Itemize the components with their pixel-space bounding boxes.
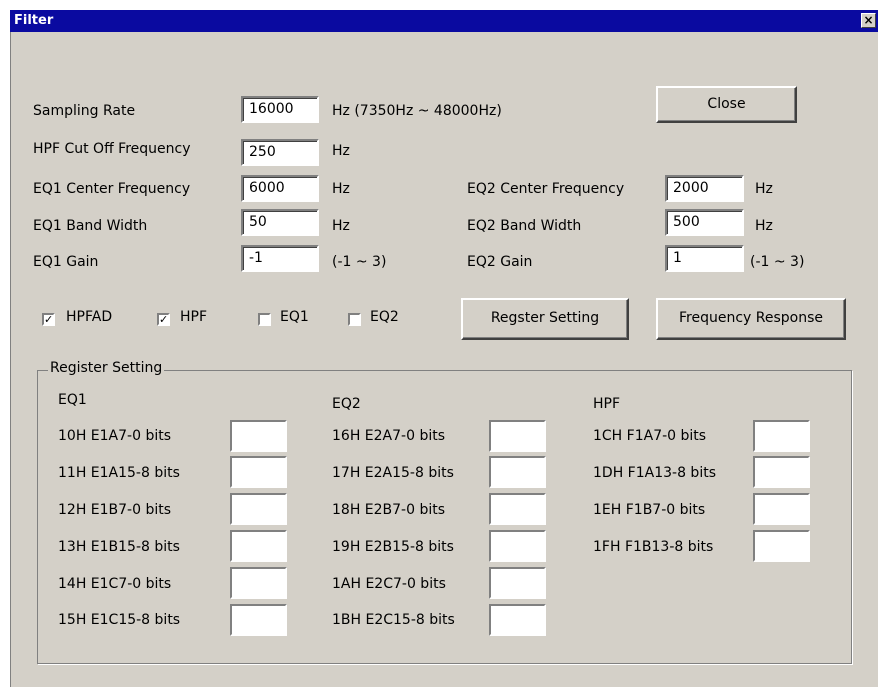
eq2-register-label: 17H E2A15-8 bits xyxy=(332,465,454,481)
register-setting-group-label: Register Setting xyxy=(48,360,165,376)
eq2-register-value[interactable] xyxy=(489,567,546,599)
close-window-icon[interactable]: × xyxy=(861,13,876,28)
eq2-bandwidth-unit: Hz xyxy=(755,218,773,234)
eq1-bandwidth-label: EQ1 Band Width xyxy=(33,218,148,234)
eq2-register-value[interactable] xyxy=(489,456,546,488)
eq2-bandwidth-input[interactable]: 500 xyxy=(665,209,744,236)
eq1-gain-unit: (-1 ~ 3) xyxy=(332,254,387,270)
frequency-response-button[interactable]: Frequency Response xyxy=(656,298,846,340)
eq2-register-value[interactable] xyxy=(489,420,546,452)
eq1-register-label: 12H E1B7-0 bits xyxy=(58,502,172,518)
eq2-center-input[interactable]: 2000 xyxy=(665,175,744,202)
register-setting-button[interactable]: Regster Setting xyxy=(461,298,629,340)
eq2-register-header: EQ2 xyxy=(332,396,361,412)
sampling-rate-unit: Hz (7350Hz ~ 48000Hz) xyxy=(332,103,502,119)
hpfad-label: HPFAD xyxy=(66,309,113,325)
eq1-register-value[interactable] xyxy=(230,493,287,525)
hpf-cutoff-label: HPF Cut Off Frequency xyxy=(33,141,191,157)
eq2-checkbox[interactable] xyxy=(348,313,361,326)
eq2-register-value[interactable] xyxy=(489,604,546,636)
close-button[interactable]: Close xyxy=(656,86,797,123)
hpfad-checkbox[interactable]: ✓ xyxy=(42,313,55,326)
sampling-rate-label: Sampling Rate xyxy=(33,103,136,119)
hpf-register-value[interactable] xyxy=(753,420,810,452)
eq1-register-value[interactable] xyxy=(230,567,287,599)
hpf-register-value[interactable] xyxy=(753,493,810,525)
eq2-register-value[interactable] xyxy=(489,530,546,562)
eq1-register-header: EQ1 xyxy=(58,392,87,408)
eq1-label: EQ1 xyxy=(280,309,309,325)
eq2-gain-label: EQ2 Gain xyxy=(467,254,533,270)
eq1-center-input[interactable]: 6000 xyxy=(241,175,319,202)
hpf-label: HPF xyxy=(180,309,208,325)
title-bar xyxy=(10,10,878,32)
eq2-register-label: 1AH E2C7-0 bits xyxy=(332,576,446,592)
eq2-register-label: 16H E2A7-0 bits xyxy=(332,428,445,444)
eq1-gain-label: EQ1 Gain xyxy=(33,254,99,270)
eq1-bandwidth-unit: Hz xyxy=(332,218,350,234)
eq2-register-value[interactable] xyxy=(489,493,546,525)
sampling-rate-input[interactable]: 16000 xyxy=(241,96,319,123)
eq1-bandwidth-input[interactable]: 50 xyxy=(241,209,319,236)
window-title: Filter xyxy=(14,13,54,28)
eq2-center-unit: Hz xyxy=(755,181,773,197)
eq1-center-label: EQ1 Center Frequency xyxy=(33,181,191,197)
hpf-checkbox[interactable]: ✓ xyxy=(157,313,170,326)
eq1-register-value[interactable] xyxy=(230,420,287,452)
eq1-register-value[interactable] xyxy=(230,456,287,488)
eq1-register-label: 14H E1C7-0 bits xyxy=(58,576,172,592)
eq2-label: EQ2 xyxy=(370,309,399,325)
eq2-gain-unit: (-1 ~ 3) xyxy=(750,254,805,270)
hpf-register-label: 1DH F1A13-8 bits xyxy=(593,465,716,481)
hpf-cutoff-input[interactable]: 250 xyxy=(241,139,319,166)
eq1-register-label: 13H E1B15-8 bits xyxy=(58,539,180,555)
eq1-register-label: 15H E1C15-8 bits xyxy=(58,612,181,628)
eq1-checkbox[interactable] xyxy=(258,313,271,326)
eq1-center-unit: Hz xyxy=(332,181,350,197)
eq1-gain-input[interactable]: -1 xyxy=(241,245,319,272)
hpf-register-label: 1EH F1B7-0 bits xyxy=(593,502,706,518)
hpf-register-header: HPF xyxy=(593,396,621,412)
eq1-register-label: 10H E1A7-0 bits xyxy=(58,428,171,444)
eq2-center-label: EQ2 Center Frequency xyxy=(467,181,625,197)
hpf-register-label: 1FH F1B13-8 bits xyxy=(593,539,714,555)
hpf-cutoff-unit: Hz xyxy=(332,143,350,159)
eq2-register-label: 1BH E2C15-8 bits xyxy=(332,612,455,628)
hpf-register-label: 1CH F1A7-0 bits xyxy=(593,428,707,444)
eq2-gain-input[interactable]: 1 xyxy=(665,245,744,272)
hpf-register-value[interactable] xyxy=(753,530,810,562)
eq2-register-label: 19H E2B15-8 bits xyxy=(332,539,454,555)
eq2-bandwidth-label: EQ2 Band Width xyxy=(467,218,582,234)
eq1-register-value[interactable] xyxy=(230,604,287,636)
eq2-register-label: 18H E2B7-0 bits xyxy=(332,502,446,518)
eq1-register-value[interactable] xyxy=(230,530,287,562)
eq1-register-label: 11H E1A15-8 bits xyxy=(58,465,180,481)
hpf-register-value[interactable] xyxy=(753,456,810,488)
